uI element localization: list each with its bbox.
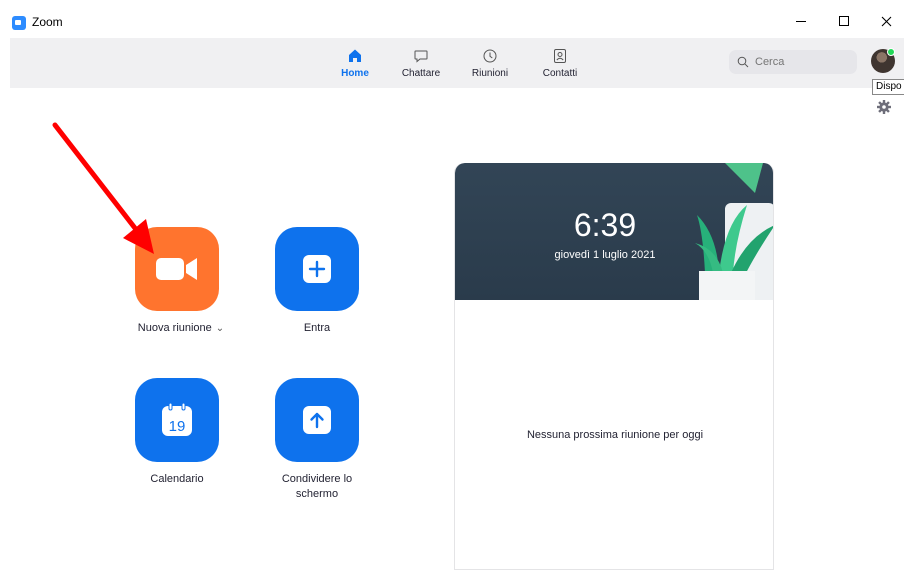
- tab-home-label: Home: [341, 67, 369, 79]
- calendar-icon: 19: [162, 402, 192, 436]
- arrow-up-icon: [303, 406, 331, 434]
- top-nav-bar: Home Chattare Riunioni Contatti: [10, 38, 904, 88]
- current-date: giovedì 1 luglio 2021: [554, 249, 656, 261]
- join-meeting-label: Entra: [303, 322, 331, 334]
- annotation-arrow-icon: [52, 122, 154, 254]
- share-screen-label: Condividere lo schermo: [281, 473, 353, 500]
- home-icon: [349, 49, 361, 62]
- window-title: Zoom: [32, 15, 63, 29]
- calendar-day: 19: [169, 418, 186, 435]
- share-screen-button[interactable]: [275, 378, 359, 462]
- upcoming-meetings-panel: 6:39 giovedì 1 luglio 2021 Nessuna pross…: [454, 163, 774, 570]
- title-bar: Zoom: [0, 0, 904, 38]
- tab-home[interactable]: Home: [335, 38, 375, 88]
- join-meeting-button[interactable]: [275, 227, 359, 311]
- tab-chat[interactable]: Chattare: [395, 38, 447, 88]
- clock-banner: 6:39 giovedì 1 luglio 2021: [455, 163, 773, 300]
- no-meetings-message: Nessuna prossima riunione per oggi: [526, 429, 704, 441]
- zoom-logo-icon: [12, 16, 26, 30]
- contacts-icon: [554, 48, 566, 63]
- minimize-button[interactable]: [786, 10, 816, 32]
- current-time: 6:39: [573, 207, 637, 243]
- search-input[interactable]: [755, 56, 855, 68]
- plus-icon: [303, 255, 331, 283]
- online-status-dot: [887, 48, 895, 56]
- new-meeting-label[interactable]: Nuova riunione ⌄: [126, 321, 236, 336]
- chevron-down-icon[interactable]: ⌄: [216, 323, 224, 334]
- search-icon: [737, 56, 749, 68]
- plant-illustration: [695, 163, 773, 300]
- new-meeting-text: Nuova riunione: [137, 322, 212, 334]
- search-box[interactable]: [729, 50, 857, 74]
- tab-chat-label: Chattare: [401, 67, 441, 79]
- tab-meetings[interactable]: Riunioni: [465, 38, 515, 88]
- avatar-tooltip: Dispo: [872, 79, 904, 95]
- tab-meetings-label: Riunioni: [471, 67, 509, 79]
- zoom-window: Zoom Home Chattare Riunioni Contatti Cer…: [0, 0, 904, 570]
- close-button[interactable]: [871, 10, 901, 32]
- clock-icon: [483, 49, 497, 62]
- close-icon: [881, 16, 891, 26]
- schedule-meeting-label: Calendario: [150, 473, 204, 485]
- tab-contacts[interactable]: Contatti: [535, 38, 585, 88]
- minimize-icon: [796, 20, 806, 22]
- tab-contacts-label: Contatti: [542, 67, 578, 79]
- maximize-icon: [839, 16, 849, 26]
- schedule-meeting-button[interactable]: 19: [135, 378, 219, 462]
- chat-icon: [414, 50, 428, 63]
- maximize-button[interactable]: [829, 10, 859, 32]
- gear-icon[interactable]: [876, 99, 892, 115]
